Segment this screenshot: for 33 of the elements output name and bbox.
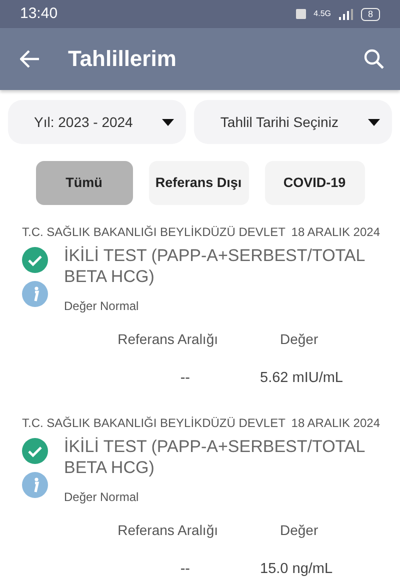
result-date: 18 ARALIK 2024 bbox=[291, 224, 380, 241]
filter-tab[interactable]: COVID-19 bbox=[264, 161, 364, 205]
search-icon[interactable] bbox=[364, 49, 384, 69]
back-icon[interactable] bbox=[20, 50, 40, 68]
result-status: Değer Normal bbox=[64, 298, 140, 315]
caret-icon bbox=[368, 118, 380, 126]
result-value: 5.62 mIU/mL bbox=[260, 369, 343, 388]
reference-range: -- bbox=[179, 369, 190, 388]
caret-icon bbox=[162, 118, 174, 126]
dropdown[interactable]: Tahlil Tarihi Seçiniz bbox=[194, 100, 392, 144]
hospital-name: T.C. SAĞLIK BAKANLIĞI BEYLİKDÜZÜ DEVLET bbox=[22, 414, 286, 432]
result-status: Değer Normal bbox=[64, 488, 140, 506]
signal-icon bbox=[338, 8, 353, 20]
page-title: Tahlillerim bbox=[68, 46, 176, 72]
filter-tab[interactable]: Referans Dışı bbox=[148, 161, 248, 205]
hospital-name: T.C. SAĞLIK BAKANLIĞI BEYLİKDÜZÜ DEVLET bbox=[22, 224, 286, 241]
volte-icon bbox=[296, 9, 306, 19]
status-time: 13:40 bbox=[20, 4, 58, 24]
result-date: 18 ARALIK 2024 bbox=[291, 414, 380, 432]
column-header: Referans Aralığı bbox=[116, 330, 219, 349]
check-icon bbox=[22, 247, 48, 273]
check-icon bbox=[22, 438, 48, 464]
filter-tab[interactable]: Tümü bbox=[36, 161, 132, 205]
test-name: İKİLİ TEST (PAPP-A+SERBEST/TOTAL BETA HCG) bbox=[64, 436, 366, 478]
network-type: 4.5G bbox=[314, 8, 331, 20]
dropdown[interactable]: Yıl: 2023 - 2024 bbox=[8, 100, 186, 144]
result-value: 15.0 ng/mL bbox=[260, 560, 333, 577]
test-name: İKİLİ TEST (PAPP-A+SERBEST/TOTAL BETA HCG) bbox=[64, 245, 366, 287]
column-header: Değer bbox=[280, 330, 318, 349]
column-header: Değer bbox=[280, 520, 318, 540]
reference-range: -- bbox=[179, 560, 190, 577]
battery-level: 8 bbox=[360, 8, 380, 20]
column-header: Referans Aralığı bbox=[116, 520, 219, 540]
